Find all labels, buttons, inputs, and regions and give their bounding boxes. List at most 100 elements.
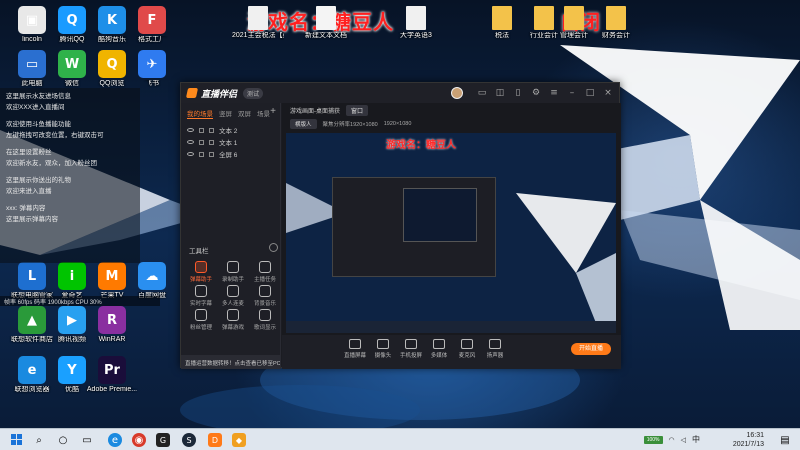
anchor-mode-tool[interactable]: 弹幕游戏	[217, 309, 249, 331]
scene-row[interactable]: 文本 2	[181, 124, 280, 136]
close-icon[interactable]: ×	[603, 88, 613, 98]
search-icon[interactable]: ⌕	[32, 433, 46, 447]
edge-icon[interactable]: e	[108, 433, 122, 447]
host-mission-tool[interactable]: 主播任务	[249, 261, 281, 283]
tax-document-icon	[492, 6, 512, 30]
clip-label: 录制助手	[221, 277, 244, 283]
maximize-icon[interactable]: □	[585, 88, 595, 98]
volume-icon[interactable]: ◁	[681, 436, 686, 444]
tencent-video-icon: ▶	[58, 306, 86, 334]
scene-tab[interactable]: 双屏	[238, 108, 251, 119]
eye-icon[interactable]	[187, 128, 194, 132]
lincoln-icon: ▣	[18, 6, 46, 34]
start-live-button[interactable]: 开始直播	[571, 343, 611, 355]
english-label: 大学英语3	[400, 32, 432, 39]
multitask-icon[interactable]: ▭	[80, 433, 94, 447]
main-tab-badge[interactable]: 窗口	[346, 104, 369, 116]
multi-host-tool[interactable]: 多人连麦	[217, 285, 249, 307]
tencent-qq-icon: Q	[58, 6, 86, 34]
fans-tool[interactable]: 粉丝管理	[185, 309, 217, 331]
preview-info-item[interactable]: 横版人	[290, 119, 317, 129]
window-capture-icon	[349, 339, 361, 349]
tools-settings-icon[interactable]	[269, 243, 278, 252]
task-view-icon[interactable]: ○	[56, 433, 70, 447]
window-capture-button[interactable]: 直播屏幕	[342, 339, 368, 359]
add-scene-icon[interactable]: +	[270, 106, 276, 117]
subtitles-tool[interactable]: 实时字幕	[185, 285, 217, 307]
start-icon[interactable]	[10, 433, 24, 447]
feishu-label: 飞书	[145, 80, 159, 87]
chat-line: 这里展示弹幕内容	[6, 216, 58, 223]
game-icon[interactable]: G	[156, 433, 170, 447]
lock-icon[interactable]	[199, 151, 204, 157]
wechat-icon: W	[58, 50, 86, 78]
baidu-netdisk-desktop-icon[interactable]: ☁百度网盘	[126, 262, 178, 300]
steam-icon[interactable]: S	[182, 433, 196, 447]
clip-tool[interactable]: 录制助手	[217, 261, 249, 283]
douyu-live-icon[interactable]: D	[208, 433, 222, 447]
lock-icon[interactable]	[199, 139, 204, 145]
format-factory-desktop-icon[interactable]: F 格式工厂	[126, 6, 178, 44]
subtitles-icon	[195, 285, 207, 297]
song-req-tool[interactable]: 歌词显示	[249, 309, 281, 331]
multi-media-button[interactable]: 多媒体	[426, 339, 452, 359]
live-assist-tool[interactable]: 弹幕助手	[185, 261, 217, 283]
wifi-icon[interactable]: ◠	[669, 436, 675, 444]
english-file-icon[interactable]: 大学英语3	[390, 6, 442, 40]
fin-acct-file-icon[interactable]: 财务会计	[590, 6, 642, 40]
message-icon[interactable]: ▭	[477, 88, 487, 98]
mic-icon	[461, 339, 473, 349]
english-document-icon	[406, 6, 426, 30]
orange-app-icon[interactable]: ◆	[232, 433, 246, 447]
footer-notice[interactable]: 直播运营数据转移！点击查看已移至PC直播后台	[181, 355, 280, 369]
speaker-button[interactable]: 扬声器	[482, 339, 508, 359]
kugou-icon: K	[98, 6, 126, 34]
battery-badge[interactable]: 100%	[643, 435, 663, 444]
new-text-label: 新建文本文档	[305, 32, 347, 39]
stream-stats-strip: 帧率 60fps 码率 1900kbps CPU 30%	[0, 296, 160, 306]
scene-tab[interactable]: 竖屏	[219, 108, 232, 119]
lenovo-manager-desktop-icon[interactable]: L联想电脑管家	[6, 262, 58, 300]
file-2021-file-icon[interactable]: 2021主会税法【必刷5...	[232, 6, 284, 40]
preview-overlay-title: 游戏名：糖豆人	[386, 140, 456, 151]
bg-music-tool[interactable]: 背景音乐	[249, 285, 281, 307]
premiere-desktop-icon[interactable]: Pr Adobe Premie...	[86, 356, 138, 394]
camera-label: 摄像头	[374, 353, 392, 359]
scene-panel: 我的场景 竖屏 双屏 场景 + 文本 2 文本 1 全屏 6 工具栏 弹幕助手 录制助手 主播…	[181, 103, 281, 369]
settings-icon[interactable]: ⚙	[531, 88, 541, 98]
fin-acct-document-icon	[606, 6, 626, 30]
chat-line: 这里展示水友进场信息	[6, 93, 71, 100]
eye-icon[interactable]	[187, 152, 194, 156]
chat-overlay: 这里展示水友进场信息 欢迎XXX进入直播间 欢迎使用斗鱼播能功能 左键拖拽可改变位置，…	[0, 88, 140, 263]
app-titlebar[interactable]: 直播伴侣 测试 ▭ ◫ ▯ ⚙ ≡ – □ ×	[181, 83, 619, 103]
new-text-file-icon[interactable]: 新建文本文档	[300, 6, 352, 40]
lock-icon[interactable]	[199, 127, 204, 133]
chat-line: 欢迎使用斗鱼播能功能	[6, 121, 71, 128]
scene-label: 文本 2	[219, 128, 238, 135]
main-tab[interactable]: 游戏画面-桌面捕获	[290, 106, 340, 115]
preview-nested-window	[332, 177, 496, 277]
scene-label: 文本 1	[219, 140, 238, 147]
minimize-icon[interactable]: –	[567, 88, 577, 98]
premiere-icon: Pr	[98, 356, 126, 384]
eye-icon[interactable]	[187, 140, 194, 144]
camera-button[interactable]: 摄像头	[370, 339, 396, 359]
mic-button[interactable]: 麦克风	[454, 339, 480, 359]
scene-row[interactable]: 文本 1	[181, 136, 280, 148]
gift-icon[interactable]: ▯	[513, 88, 523, 98]
scene-row[interactable]: 全屏 6	[181, 148, 280, 160]
scene-tab[interactable]: 场景	[257, 108, 270, 119]
winrar-desktop-icon[interactable]: R WinRAR	[86, 306, 138, 344]
feishu-desktop-icon[interactable]: ✈ 飞书	[126, 50, 178, 88]
menu-icon[interactable]: ≡	[549, 88, 559, 98]
chrome-icon[interactable]: ◉	[132, 433, 146, 447]
ime-indicator[interactable]: 中	[692, 434, 700, 445]
preview-taskbar	[286, 321, 616, 333]
user-avatar[interactable]	[451, 87, 463, 99]
tshirt-icon[interactable]: ◫	[495, 88, 505, 98]
scene-tab[interactable]: 我的场景	[187, 108, 213, 119]
notification-icon[interactable]: ▤	[778, 433, 792, 447]
clock[interactable]: 16:31 2021/7/13	[733, 431, 764, 449]
phone-cast-button[interactable]: 手机投屏	[398, 339, 424, 359]
phone-cast-label: 手机投屏	[399, 353, 422, 359]
